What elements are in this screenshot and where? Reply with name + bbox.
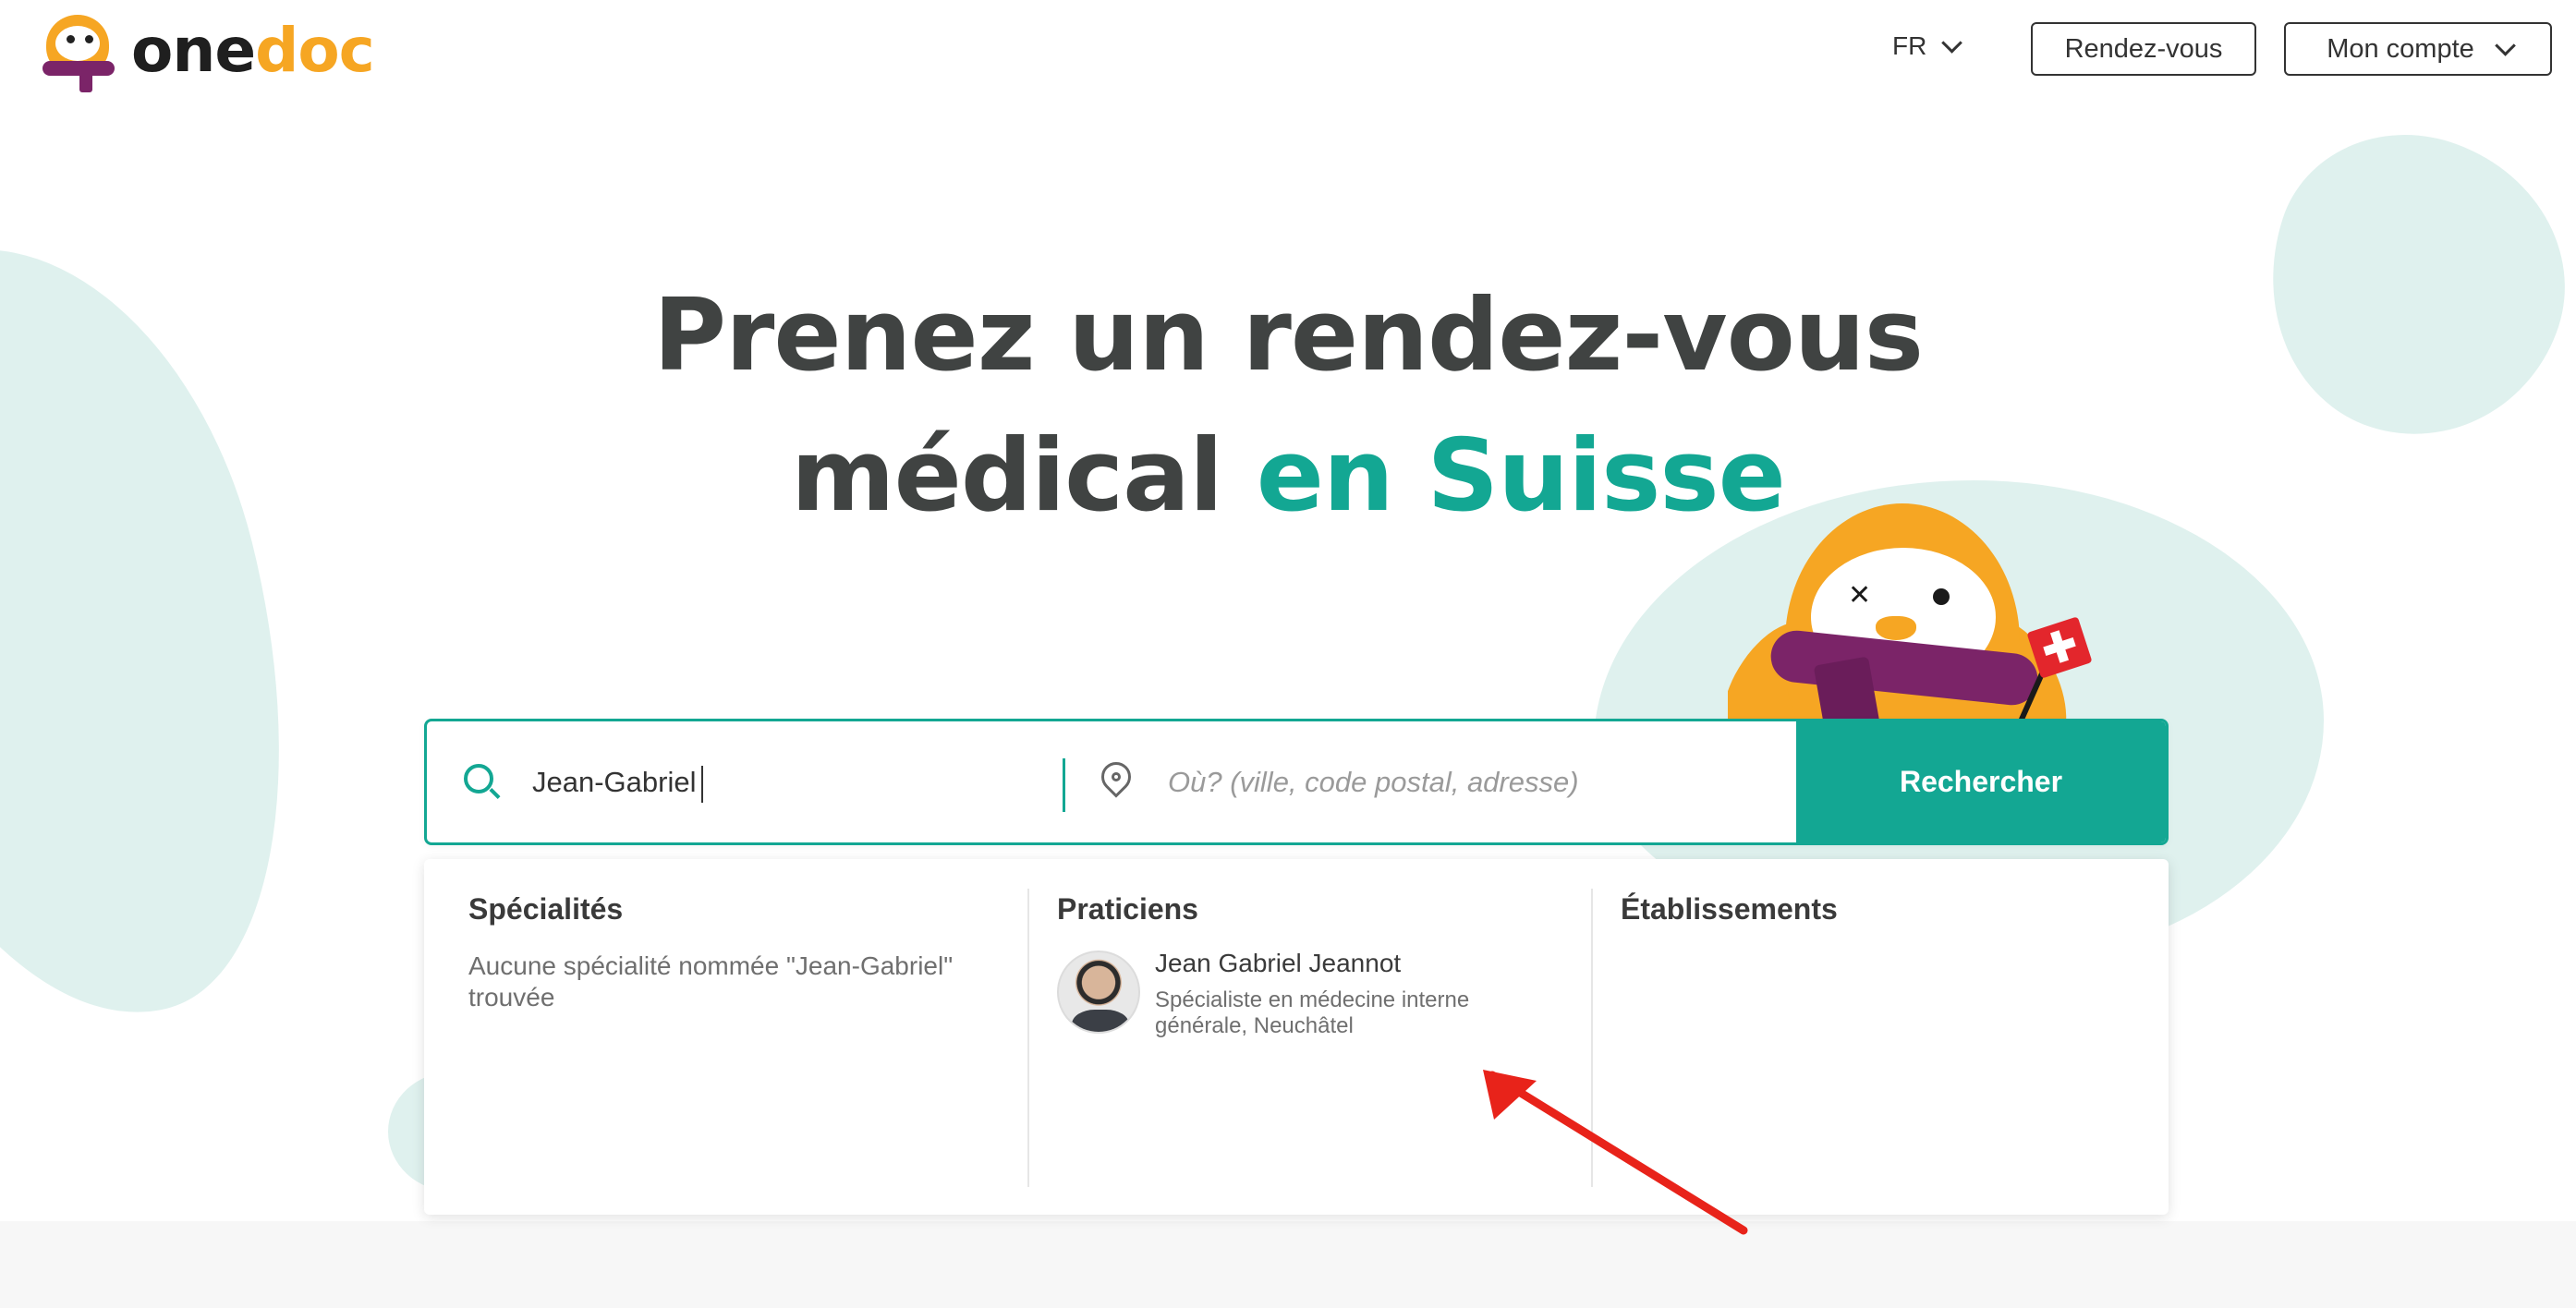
location-input[interactable]: Où? (ville, code postal, adresse) (1168, 766, 1579, 799)
language-label: FR (1892, 31, 1927, 60)
text-cursor (701, 766, 704, 803)
hero-title-line2: médical (791, 418, 1257, 534)
red-arrow-annotation (1483, 1070, 1748, 1235)
practitioners-heading: Praticiens (1057, 892, 1198, 926)
penguin-mascot-illustration: ✕ (1728, 503, 2116, 725)
location-field[interactable]: Où? (ville, code postal, adresse) (1063, 721, 1796, 842)
account-menu-button[interactable]: Mon compte (2284, 22, 2552, 76)
chevron-down-icon (2495, 35, 2516, 56)
practitioner-name: Jean Gabriel Jeannot (1155, 949, 1402, 977)
search-query-field[interactable]: Jean-Gabriel (427, 721, 1063, 842)
search-icon (464, 764, 501, 801)
onedoc-logo[interactable]: onedoc (39, 13, 375, 92)
establishments-heading: Établissements (1621, 892, 1838, 926)
hero-title-line1: Prenez un rendez-vous (652, 278, 1924, 394)
location-pin-icon (1095, 756, 1137, 805)
language-selector[interactable]: FR (1892, 31, 1963, 61)
specialties-heading: Spécialités (468, 892, 624, 926)
hero-title-accent: en Suisse (1256, 418, 1786, 534)
chevron-down-icon (1941, 32, 1963, 54)
specialties-column: Spécialités Aucune spécialité nommée "Je… (424, 889, 1029, 1187)
search-bar: Jean-Gabriel Où? (ville, code postal, ad… (424, 719, 2169, 845)
search-button[interactable]: Rechercher (1796, 721, 2166, 842)
top-header: onedoc FR Rendez-vous Mon compte (0, 0, 2576, 102)
practitioner-avatar (1057, 951, 1140, 1034)
penguin-logo-icon (39, 13, 118, 92)
practitioner-description: Spécialiste en médecine interne générale… (1155, 987, 1470, 1038)
footer-band (0, 1221, 2576, 1308)
hero-title: Prenez un rendez-vous médical en Suisse (0, 266, 2576, 547)
specialties-empty-message: Aucune spécialité nommée "Jean-Gabriel" … (468, 951, 954, 1011)
search-input[interactable]: Jean-Gabriel (532, 766, 704, 803)
practitioner-result[interactable]: Jean Gabriel Jeannot Spécialiste en méde… (1057, 949, 1563, 1039)
logo-wordmark: onedoc (131, 15, 375, 86)
search-input-value: Jean-Gabriel (532, 766, 697, 799)
search-suggestions-dropdown: Spécialités Aucune spécialité nommée "Je… (424, 859, 2169, 1215)
appointments-button[interactable]: Rendez-vous (2031, 22, 2256, 76)
